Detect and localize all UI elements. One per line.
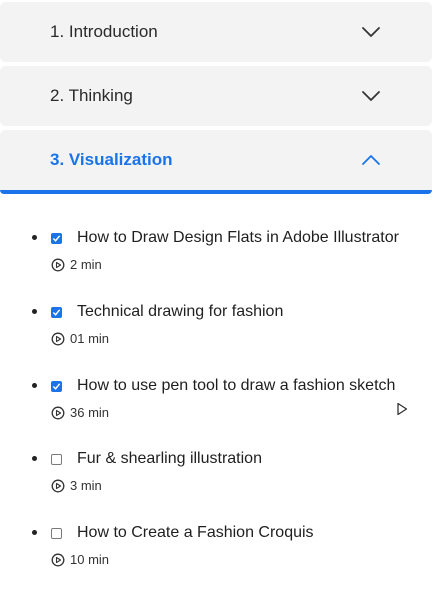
lesson-checkbox[interactable]: [51, 307, 62, 318]
bullet: [32, 309, 37, 314]
lesson-checkbox[interactable]: [51, 381, 62, 392]
lesson-title[interactable]: How to Draw Design Flats in Adobe Illust…: [77, 227, 399, 249]
list-item: Fur & shearling illustration 3 min: [0, 448, 433, 508]
bullet: [32, 456, 37, 461]
lesson-duration: 10 min: [70, 552, 110, 567]
lesson-checkbox[interactable]: [51, 233, 62, 244]
play-circle-icon: [51, 553, 65, 567]
play-circle-icon: [51, 479, 65, 493]
section-thinking[interactable]: 2. Thinking: [0, 66, 432, 126]
list-item: How to use pen tool to draw a fashion sk…: [0, 375, 433, 435]
chevron-up-icon: [362, 155, 380, 165]
lesson-duration: 01 min: [70, 331, 110, 346]
play-circle-icon: [51, 332, 65, 346]
section-title: 2. Thinking: [50, 86, 133, 105]
lesson-title[interactable]: How to use pen tool to draw a fashion sk…: [77, 375, 395, 397]
list-item: How to Draw Design Flats in Adobe Illust…: [0, 227, 433, 287]
section-title: 1. Introduction: [50, 22, 158, 41]
play-triangle-icon[interactable]: [396, 402, 408, 416]
chevron-down-icon: [362, 27, 380, 37]
bullet: [32, 383, 37, 388]
play-circle-icon: [51, 258, 65, 272]
lesson-duration: 3 min: [70, 478, 102, 493]
lesson-checkbox[interactable]: [51, 528, 62, 539]
section-introduction[interactable]: 1. Introduction: [0, 2, 432, 62]
section-title: 3. Visualization: [50, 150, 173, 169]
bullet: [32, 530, 37, 535]
lesson-title[interactable]: How to Create a Fashion Croquis: [77, 522, 314, 544]
lesson-checkbox[interactable]: [51, 454, 62, 465]
list-item: Technical drawing for fashion 01 min: [0, 301, 433, 361]
lesson-duration: 36 min: [70, 405, 110, 420]
section-visualization[interactable]: 3. Visualization: [0, 130, 432, 194]
play-circle-icon: [51, 406, 65, 420]
lesson-title[interactable]: Fur & shearling illustration: [77, 448, 262, 470]
lesson-duration: 2 min: [70, 257, 102, 272]
lesson-title[interactable]: Technical drawing for fashion: [77, 301, 283, 323]
bullet: [32, 235, 37, 240]
list-item: How to Create a Fashion Croquis 10 min: [0, 522, 433, 582]
chevron-down-icon: [362, 91, 380, 101]
